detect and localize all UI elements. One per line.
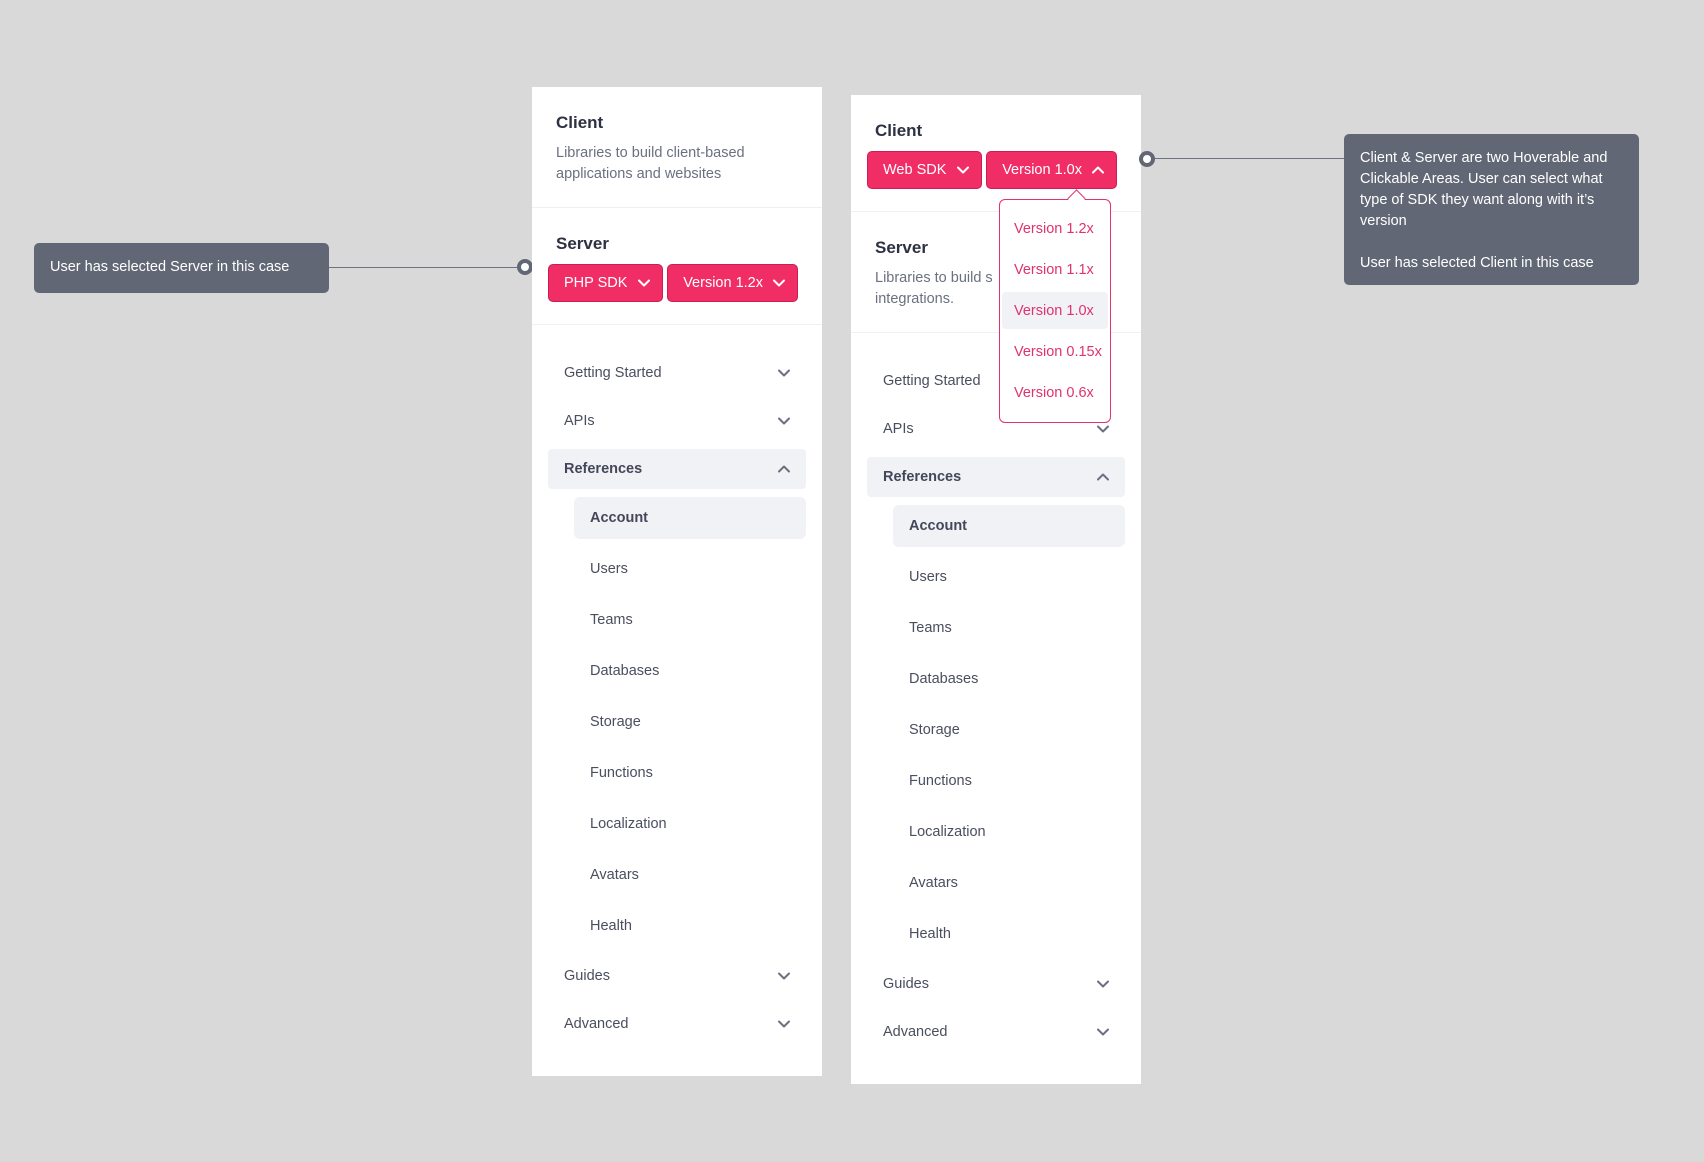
version-option[interactable]: Version 0.6x xyxy=(1002,374,1108,411)
references-subitems: Account Users Teams Databases Storage Fu… xyxy=(548,497,806,947)
nav-item-advanced[interactable]: Advanced xyxy=(548,1004,806,1044)
sub-item-account[interactable]: Account xyxy=(893,505,1125,547)
annotation-connector-left xyxy=(329,267,517,268)
chevron-down-icon xyxy=(773,279,785,287)
nav-item-label: Advanced xyxy=(883,1024,948,1040)
nav-item-references[interactable]: References xyxy=(867,457,1125,497)
sub-item-avatars[interactable]: Avatars xyxy=(574,854,806,896)
references-subitems: Account Users Teams Databases Storage Fu… xyxy=(867,505,1125,955)
annotation-anchor-left xyxy=(517,259,533,275)
chevron-down-icon xyxy=(778,417,790,425)
annotation-text: User has selected Server in this case xyxy=(50,259,290,275)
sub-item-health[interactable]: Health xyxy=(893,913,1125,955)
nav-item-label: APIs xyxy=(883,421,914,437)
sdk-dropdown[interactable]: PHP SDK xyxy=(548,264,664,302)
nav-item-label: References xyxy=(883,469,962,485)
nav-item-getting-started[interactable]: Getting Started xyxy=(548,353,806,393)
version-option[interactable]: Version 1.1x xyxy=(1002,251,1108,288)
version-label: Version 1.2x xyxy=(683,275,763,291)
sub-item-functions[interactable]: Functions xyxy=(574,752,806,794)
chevron-up-icon xyxy=(1092,166,1104,174)
nav-item-label: Getting Started xyxy=(564,365,662,381)
version-dropdown[interactable]: Version 1.0x xyxy=(986,151,1117,189)
annotation-server-selected: User has selected Server in this case xyxy=(34,243,329,293)
version-label: Version 1.0x xyxy=(1002,162,1082,178)
sub-item-localization[interactable]: Localization xyxy=(893,811,1125,853)
sdk-label: PHP SDK xyxy=(564,275,628,291)
sdk-label: Web SDK xyxy=(883,162,947,178)
sdk-sidebar-server-selected: Client Libraries to build client-based a… xyxy=(532,87,822,1076)
sub-item-teams[interactable]: Teams xyxy=(574,599,806,641)
sub-item-health[interactable]: Health xyxy=(574,905,806,947)
chevron-down-icon xyxy=(957,166,970,174)
nav-item-guides[interactable]: Guides xyxy=(867,964,1125,1004)
chevron-down-icon xyxy=(778,369,790,377)
version-option[interactable]: Version 1.2x xyxy=(1002,210,1108,247)
sub-item-storage[interactable]: Storage xyxy=(893,709,1125,751)
annotation-client-selected: Client & Server are two Hoverable and Cl… xyxy=(1344,134,1639,285)
sub-item-avatars[interactable]: Avatars xyxy=(893,862,1125,904)
client-description: Libraries to build client-based applicat… xyxy=(556,145,745,182)
nav-item-label: Getting Started xyxy=(883,373,981,389)
nav-item-label: References xyxy=(564,461,643,477)
sub-item-functions[interactable]: Functions xyxy=(893,760,1125,802)
nav-item-label: Advanced xyxy=(564,1016,629,1032)
sub-item-databases[interactable]: Databases xyxy=(574,650,806,692)
chevron-down-icon xyxy=(778,972,790,980)
docs-nav: Getting Started APIs References Account … xyxy=(532,325,822,1044)
nav-item-apis[interactable]: APIs xyxy=(548,401,806,441)
version-option[interactable]: Version 0.15x xyxy=(1002,333,1108,370)
client-section[interactable]: Client Libraries to build client-based a… xyxy=(532,87,822,208)
sub-item-storage[interactable]: Storage xyxy=(574,701,806,743)
client-title: Client xyxy=(875,121,923,140)
annotation-anchor-right xyxy=(1139,151,1155,167)
version-option-selected[interactable]: Version 1.0x xyxy=(1002,292,1108,329)
chevron-down-icon xyxy=(1097,980,1109,988)
annotation-connector-right xyxy=(1155,158,1344,159)
chevron-down-icon xyxy=(778,1020,790,1028)
annotation-text: Client & Server are two Hoverable and Cl… xyxy=(1360,150,1608,229)
nav-item-references[interactable]: References xyxy=(548,449,806,489)
chevron-down-icon xyxy=(638,279,651,287)
nav-item-guides[interactable]: Guides xyxy=(548,956,806,996)
version-dropdown[interactable]: Version 1.2x xyxy=(667,264,798,302)
sub-item-databases[interactable]: Databases xyxy=(893,658,1125,700)
sub-item-localization[interactable]: Localization xyxy=(574,803,806,845)
version-dropdown-menu: Version 1.2x Version 1.1x Version 1.0x V… xyxy=(999,189,1111,423)
annotation-text: User has selected Client in this case xyxy=(1360,255,1594,271)
docs-nav: Getting Started APIs References Account … xyxy=(851,333,1141,1052)
nav-item-label: APIs xyxy=(564,413,595,429)
nav-item-label: Guides xyxy=(883,976,929,992)
client-title: Client xyxy=(556,113,604,132)
chevron-up-icon xyxy=(778,465,790,473)
sub-item-users[interactable]: Users xyxy=(893,556,1125,598)
chevron-down-icon xyxy=(1097,1028,1109,1036)
client-section[interactable]: Client Web SDK Version 1.0x xyxy=(851,95,1141,212)
sdk-dropdown[interactable]: Web SDK xyxy=(867,151,983,189)
sdk-selector-row: PHP SDK Version 1.2x xyxy=(548,264,798,302)
nav-item-label: Guides xyxy=(564,968,610,984)
chevron-down-icon xyxy=(1097,425,1109,433)
sdk-selector-row: Web SDK Version 1.0x xyxy=(867,151,1117,189)
server-title: Server xyxy=(556,234,609,253)
sub-item-account[interactable]: Account xyxy=(574,497,806,539)
sub-item-users[interactable]: Users xyxy=(574,548,806,590)
nav-item-advanced[interactable]: Advanced xyxy=(867,1012,1125,1052)
server-section[interactable]: Server PHP SDK Version 1.2x xyxy=(532,208,822,325)
sub-item-teams[interactable]: Teams xyxy=(893,607,1125,649)
chevron-up-icon xyxy=(1097,473,1109,481)
